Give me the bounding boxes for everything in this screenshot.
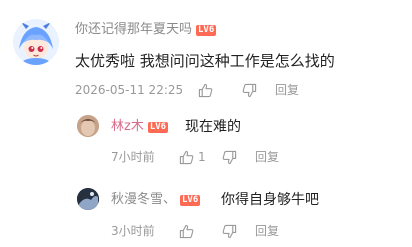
like-icon[interactable] [177,222,195,240]
username-text[interactable]: 你还记得那年夏天吗 [75,22,192,37]
avatar[interactable] [77,115,99,137]
reply-text: 你得自身够牛吧 [221,192,319,208]
reply-timestamp: 3小时前 [111,224,155,238]
level-badge: LV6 [147,122,169,133]
reply-timestamp: 7小时前 [111,150,155,164]
username-text[interactable]: 林z木 [111,119,144,134]
reply-text: 现在难的 [185,119,241,135]
level-badge: LV6 [180,195,201,206]
like-icon[interactable] [196,81,214,99]
avatar-image [13,19,59,65]
level-badge: LV6 [196,25,217,36]
comment-text: 太优秀啦 我想问问这种工作是怎么找的 [75,52,335,70]
reply-button[interactable]: 回复 [255,223,279,239]
dislike-icon[interactable] [220,222,238,240]
dislike-icon[interactable] [240,81,258,99]
like-icon[interactable] [177,148,195,166]
reply-button[interactable]: 回复 [275,82,299,98]
dislike-icon[interactable] [220,148,238,166]
username[interactable]: 你还记得那年夏天吗 LV6 [75,22,217,38]
reply-button[interactable]: 回复 [255,149,279,165]
username-text[interactable]: 秋漫冬雪、 [111,192,176,207]
comment-timestamp: 2026-05-11 22:25 [75,83,184,97]
username[interactable]: 林z木 LV6 [111,119,169,135]
avatar[interactable] [77,188,99,210]
avatar-image [77,115,99,137]
avatar[interactable] [13,19,59,65]
username[interactable]: 秋漫冬雪、 LV6 [111,192,201,208]
like-count: 1 [198,150,206,164]
avatar-image [77,188,99,210]
